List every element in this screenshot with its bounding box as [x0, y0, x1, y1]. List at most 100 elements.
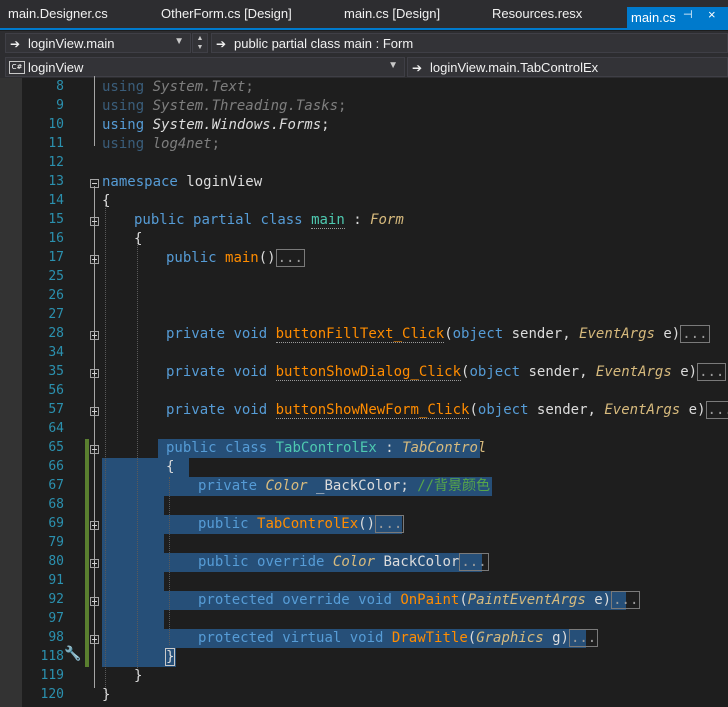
line-number: 25: [48, 269, 64, 284]
outline-line: [94, 76, 95, 146]
project-dropdown-value: loginView.main: [28, 36, 115, 51]
code-line[interactable]: using System.Threading.Tasks;: [102, 97, 346, 116]
close-icon[interactable]: ×: [708, 7, 716, 22]
code-line[interactable]: public partial class main : Form: [134, 211, 404, 230]
navigation-bar-top: ➔ loginView.main ▼ ▲ ▼ ➔ public partial c…: [0, 31, 728, 55]
indent-guide: [169, 477, 170, 645]
code-line[interactable]: }: [102, 686, 110, 705]
tab-resources-resx[interactable]: Resources.resx: [492, 6, 582, 21]
line-number: 28: [48, 326, 64, 341]
line-number: 56: [48, 383, 64, 398]
tab-otherform-design[interactable]: OtherForm.cs [Design]: [161, 6, 292, 21]
line-number: 10: [48, 117, 64, 132]
line-number: 15: [48, 212, 64, 227]
document-tab-bar: main.Designer.cs OtherForm.cs [Design] m…: [0, 0, 728, 30]
pin-icon[interactable]: ⊣: [683, 8, 693, 21]
line-number: 97: [48, 611, 64, 626]
line-number: 119: [40, 668, 64, 683]
line-number: 66: [48, 459, 64, 474]
code-line[interactable]: {: [166, 458, 174, 477]
line-number: 67: [48, 478, 64, 493]
tab-main-designer[interactable]: main.Designer.cs: [8, 6, 108, 21]
expand-property-toggle[interactable]: [90, 559, 99, 568]
code-line[interactable]: private Color _BackColor; //背景颜色: [198, 477, 490, 496]
line-number: 120: [40, 687, 64, 702]
collapse-class-toggle[interactable]: [90, 445, 99, 454]
collapse-class-toggle[interactable]: [90, 217, 99, 226]
line-number: 11: [48, 136, 64, 151]
selection-highlight: [102, 458, 189, 477]
expand-ctor-toggle[interactable]: [90, 521, 99, 530]
code-line[interactable]: using System.Windows.Forms;: [102, 116, 330, 135]
code-line[interactable]: using log4net;: [102, 135, 220, 154]
code-editor[interactable]: 8 9 10 11 12 13 14 15 16 17 25 26 27 28 …: [0, 76, 728, 707]
code-line[interactable]: private void buttonShowDialog_Click(obje…: [166, 363, 727, 382]
code-line[interactable]: {: [134, 230, 142, 249]
indicator-margin[interactable]: [0, 78, 22, 707]
line-number: 8: [56, 79, 64, 94]
code-line[interactable]: {: [102, 192, 110, 211]
code-line[interactable]: private void buttonShowNewForm_Click(obj…: [166, 401, 728, 420]
line-number: 12: [48, 155, 64, 170]
code-line[interactable]: using System.Text;: [102, 78, 254, 97]
line-number: 91: [48, 573, 64, 588]
line-number: 79: [48, 535, 64, 550]
code-line[interactable]: namespace loginView: [102, 173, 262, 192]
expand-method-toggle[interactable]: [90, 369, 99, 378]
line-number: 26: [48, 288, 64, 303]
project-dropdown[interactable]: ➔ loginView.main ▼: [5, 33, 191, 53]
indent-guide: [105, 205, 106, 695]
type-dropdown-value: loginView.main.TabControlEx: [430, 60, 599, 75]
code-line[interactable]: private void buttonFillText_Click(object…: [166, 325, 710, 344]
splitter-stepper[interactable]: ▲ ▼: [192, 33, 208, 53]
expand-ctor-toggle[interactable]: [90, 255, 99, 264]
line-number: 13: [48, 174, 64, 189]
code-line[interactable]: public TabControlEx()...: [198, 515, 405, 534]
expand-method-toggle[interactable]: [90, 635, 99, 644]
line-number: 14: [48, 193, 64, 208]
code-line[interactable]: public override Color BackColor...: [198, 553, 489, 572]
code-line[interactable]: public class TabControlEx : TabControl: [166, 439, 486, 458]
selection-highlight: [102, 534, 164, 553]
change-tracking-bar: [85, 439, 89, 667]
expand-method-toggle[interactable]: [90, 597, 99, 606]
tab-main-design[interactable]: main.cs [Design]: [344, 6, 440, 21]
line-number: 17: [48, 250, 64, 265]
line-number: 69: [48, 516, 64, 531]
csharp-project-icon: C#: [9, 61, 25, 74]
line-number: 9: [56, 98, 64, 113]
chevron-down-icon: ▼: [388, 60, 398, 71]
scope-dropdown[interactable]: C# loginView ▼: [5, 57, 405, 77]
line-number: 57: [48, 402, 64, 417]
line-number: 118: [40, 649, 64, 664]
code-line[interactable]: }: [134, 667, 142, 686]
chevron-down-icon: ▼: [174, 36, 184, 47]
scope-dropdown-value: loginView: [28, 60, 84, 75]
code-line[interactable]: public main()...: [166, 249, 305, 268]
wrench-icon[interactable]: 🔧: [64, 645, 81, 662]
line-number: 35: [48, 364, 64, 379]
line-number: 92: [48, 592, 64, 607]
arrow-right-icon: ➔: [412, 61, 423, 75]
arrow-right-icon: ➔: [216, 37, 227, 51]
collapse-namespace-toggle[interactable]: [90, 179, 99, 188]
selection-highlight: [102, 496, 164, 515]
line-number: 68: [48, 497, 64, 512]
line-number: 65: [48, 440, 64, 455]
line-number: 34: [48, 345, 64, 360]
member-dropdown-value: public partial class main : Form: [234, 36, 414, 51]
indent-guide: [137, 243, 138, 668]
code-line[interactable]: protected override void OnPaint(PaintEve…: [198, 591, 641, 610]
navigation-bar-bottom: C# loginView ▼ ➔ loginView.main.TabContr…: [0, 55, 728, 79]
line-number: 80: [48, 554, 64, 569]
code-line[interactable]: }: [164, 648, 176, 667]
line-number: 16: [48, 231, 64, 246]
type-dropdown[interactable]: ➔ loginView.main.TabControlEx: [407, 57, 728, 77]
code-line[interactable]: protected virtual void DrawTitle(Graphic…: [198, 629, 599, 648]
selection-highlight: [102, 648, 176, 667]
member-dropdown[interactable]: ➔ public partial class main : Form: [211, 33, 728, 53]
expand-method-toggle[interactable]: [90, 331, 99, 340]
arrow-right-icon: ➔: [10, 37, 21, 51]
expand-method-toggle[interactable]: [90, 407, 99, 416]
selection-highlight: [102, 572, 164, 591]
